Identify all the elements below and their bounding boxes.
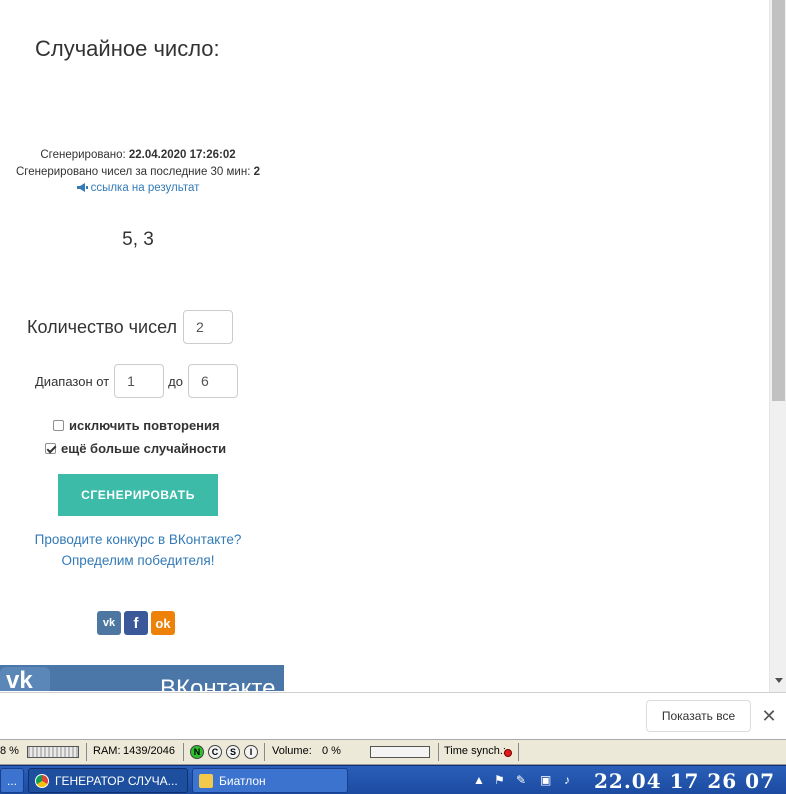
result-value: 5, 3 <box>122 229 154 250</box>
ram-value: 1439/2046 <box>123 745 175 757</box>
vk-banner[interactable]: vk ВКонтакте <box>0 665 284 691</box>
vk-share-icon[interactable]: vk <box>97 611 121 635</box>
taskbar-clock[interactable]: 22.04 17 26 07 <box>594 769 775 793</box>
taskbar: ... ГЕНЕРАТОР СЛУЧА... Биатлон ▲ ⚑ ✎ ▣ ♪… <box>0 765 786 794</box>
promo-link-contest[interactable]: Проводите конкурс в ВКонтакте? <box>0 532 276 547</box>
tray-expand-icon[interactable]: ▲ <box>473 773 485 787</box>
taskbar-item-chrome[interactable]: ГЕНЕРАТОР СЛУЧА... <box>28 768 188 793</box>
speaker-icon[interactable]: ♪ <box>564 773 570 787</box>
n-indicator-icon[interactable]: N <box>190 745 204 759</box>
generated-count-label: Сгенерировано чисел за последние 30 мин: <box>15 166 254 178</box>
page-scrollbar[interactable] <box>769 0 786 692</box>
vk-logo-icon: vk <box>0 667 50 691</box>
flag-icon[interactable]: ⚑ <box>494 773 505 787</box>
quantity-label: Количество чисел <box>27 316 178 337</box>
exclude-repeats-row[interactable]: исключить повторения <box>53 418 220 433</box>
generated-count: Сгенерировано чисел за последние 30 мин:… <box>0 166 276 178</box>
download-bar: Показать все ✕ <box>0 692 786 739</box>
taskbar-item-folder-label: Биатлон <box>219 773 266 788</box>
close-icon[interactable]: ✕ <box>760 705 778 727</box>
scroll-down-arrow-icon[interactable] <box>775 678 783 683</box>
pen-icon[interactable]: ✎ <box>516 773 526 787</box>
divider <box>264 743 265 761</box>
quantity-row: Количество чисел <box>27 310 234 344</box>
range-from-input[interactable] <box>114 364 165 398</box>
megaphone-icon <box>76 183 88 192</box>
more-random-label: ещё больше случайности <box>61 441 227 456</box>
s-indicator-icon[interactable]: S <box>226 745 240 759</box>
taskbar-item-chrome-label: ГЕНЕРАТОР СЛУЧА... <box>55 773 178 788</box>
promo-link-winner[interactable]: Определим победителя! <box>0 553 276 568</box>
exclude-repeats-label: исключить повторения <box>69 418 220 433</box>
scrollbar-thumb[interactable] <box>772 0 785 401</box>
c-indicator-icon[interactable]: C <box>208 745 222 759</box>
cpu-value: 8 % <box>0 745 19 757</box>
volume-slider[interactable] <box>370 746 430 758</box>
ram-label: RAM: <box>93 745 121 757</box>
folder-icon <box>199 773 213 788</box>
more-random-checkbox[interactable] <box>45 443 56 454</box>
exclude-repeats-checkbox[interactable] <box>53 420 64 431</box>
show-all-downloads-button[interactable]: Показать все <box>646 700 751 732</box>
divider <box>438 743 439 761</box>
chrome-icon <box>35 773 49 788</box>
range-to-input[interactable] <box>187 364 238 398</box>
divider <box>86 743 87 761</box>
volume-value: 0 % <box>322 745 341 757</box>
taskbar-item-folder[interactable]: Биатлон <box>192 768 348 793</box>
result-link-label: ссылка на результат <box>90 182 200 194</box>
taskbar-item-first-label: ... <box>7 773 18 788</box>
generated-count-value: 2 <box>253 166 261 178</box>
share-buttons: vk f ok <box>97 611 175 635</box>
odnoklassniki-share-icon[interactable]: ok <box>151 611 175 635</box>
network-icon[interactable]: ▣ <box>540 773 551 787</box>
cpu-meter <box>27 746 79 758</box>
screen: Случайное число: Сгенерировано: 22.04.20… <box>0 0 786 794</box>
taskbar-item-first[interactable]: ... <box>0 768 24 793</box>
volume-label: Volume: <box>272 745 312 757</box>
time-sync-label: Time synch.: <box>444 745 506 757</box>
system-tray: ▲ ⚑ ✎ ▣ ♪ 22.04 17 26 07 <box>470 766 786 794</box>
result-link[interactable]: ссылка на результат <box>0 182 276 194</box>
vk-banner-text: ВКонтакте <box>160 675 276 691</box>
range-to-label: до <box>168 373 183 389</box>
system-monitor-bar: 8 % RAM: 1439/2046 N C S I Volume: 0 % T… <box>0 739 786 765</box>
generated-timestamp: Сгенерировано: 22.04.2020 17:26:02 <box>0 149 276 161</box>
more-random-row[interactable]: ещё больше случайности <box>45 441 226 456</box>
page-title: Случайное число: <box>35 36 220 61</box>
generated-label: Сгенерировано: <box>40 149 129 161</box>
divider <box>183 743 184 761</box>
generated-value: 22.04.2020 17:26:02 <box>128 149 236 161</box>
i-indicator-icon[interactable]: I <box>244 745 258 759</box>
quantity-input[interactable] <box>183 310 234 344</box>
divider <box>518 743 519 761</box>
facebook-share-icon[interactable]: f <box>124 611 148 635</box>
time-sync-status-icon <box>504 749 512 757</box>
generate-button[interactable]: СГЕНЕРИРОВАТЬ <box>58 474 218 516</box>
range-row: Диапазон от до <box>35 364 238 398</box>
range-from-label: Диапазон от <box>35 373 110 389</box>
